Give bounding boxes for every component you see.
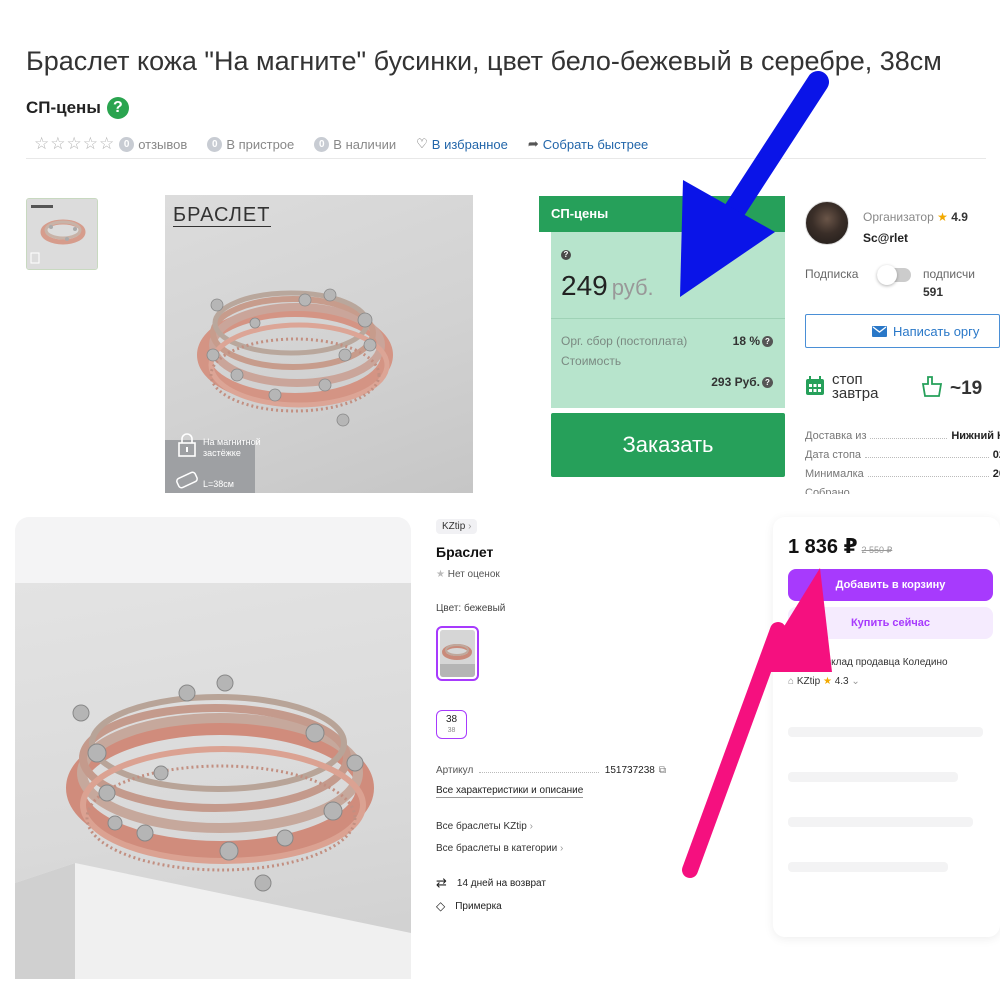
subscribers-count: 591 (923, 285, 944, 299)
chevron-right-icon: › (560, 843, 564, 854)
calendar-icon (806, 376, 824, 395)
rating-stars-icon[interactable]: ☆☆☆☆☆ (34, 134, 115, 154)
info-row-minimum: Минималка20 (805, 468, 1000, 480)
info-row-delivery: Доставка из Нижний Н (805, 430, 1000, 442)
image-heading: БРАСЛЕТ (173, 204, 271, 227)
favorite-link[interactable]: ♡ В избранное (416, 136, 508, 152)
return-info: ⇄ 14 дней на возврат (436, 875, 546, 890)
toggle-knob (877, 265, 897, 285)
delivery-info: января, склад продавца Коледино (788, 657, 948, 668)
store-icon: ⌂ (788, 676, 795, 687)
bracelet-thumbnail-image (27, 199, 97, 269)
envelope-icon (872, 325, 887, 337)
stop-date: стоп завтра (832, 371, 879, 402)
fitting-info: ◇ Примерка (436, 899, 502, 913)
marketplace-product-image[interactable] (15, 517, 411, 979)
return-arrows-icon: ⇄ (436, 875, 447, 890)
cost-label: Стоимость (561, 354, 622, 368)
color-swatch-image (440, 630, 475, 677)
divider (551, 318, 785, 319)
cost-value: 293 Руб.? (711, 375, 773, 389)
info-row-stop-date: Дата стопа02 (805, 449, 1000, 461)
current-price: 1 836 ₽2 550 ₽ (788, 536, 893, 558)
write-organizer-button[interactable]: Написать оргу (805, 314, 1000, 348)
question-icon[interactable]: ? (762, 336, 773, 348)
sp-price-header: СП-цены (539, 196, 785, 232)
divider (26, 158, 986, 159)
product-photo (15, 583, 411, 979)
category-bracelets-link[interactable]: Все браслеты в категории › (436, 843, 563, 854)
product-meta-row: ☆☆☆☆☆ 0 отзывов 0 В пристрое 0 В наличии… (34, 134, 668, 154)
organizer-label: Организатор ★ 4.9 (863, 210, 968, 224)
ruler-icon (176, 471, 198, 489)
heart-icon: ♡ (416, 136, 428, 151)
placeholder-line (788, 817, 973, 827)
sp-price: 249 руб. (561, 270, 654, 301)
question-icon[interactable]: ? (762, 377, 773, 389)
info-row-collected: Собрано (805, 487, 850, 494)
question-circle-icon[interactable]: ? (106, 97, 129, 119)
sp-prices-label: СП-цены (26, 98, 101, 117)
tag-icon: ◇ (436, 899, 446, 913)
collect-faster-link[interactable]: ➦ Собрать быстрее (528, 136, 648, 152)
brand-chip[interactable]: KZtip › (436, 519, 478, 534)
organizer-avatar[interactable] (805, 201, 849, 245)
product-name: Браслет (436, 544, 494, 560)
copy-icon[interactable]: ⧉ (659, 765, 666, 776)
brand-bracelets-link[interactable]: Все браслеты KZtip › (436, 821, 533, 832)
buy-now-button[interactable]: Купить сейчас (788, 607, 993, 639)
subscribers-label: подписчи (923, 267, 975, 281)
chevron-right-icon: › (468, 521, 472, 532)
color-label: Цвет: бежевый (436, 603, 506, 614)
buy-card: 1 836 ₽2 550 ₽ Добавить в корзину Купить… (773, 517, 1000, 937)
reviews-count[interactable]: 0 отзывов (119, 136, 187, 152)
chevron-right-icon: › (529, 821, 533, 832)
placeholder-line (788, 727, 983, 737)
star-icon: ★ (822, 676, 832, 687)
question-icon[interactable]: ? (561, 250, 571, 260)
star-icon: ★ (436, 569, 445, 580)
rating-status: ★ Нет оценок (436, 569, 500, 580)
size-option[interactable]: 38 38 (436, 710, 467, 739)
sp-prices-heading: СП-цены ? (26, 97, 129, 119)
product-title: Браслет кожа "На магните" бусинки, цвет … (26, 46, 942, 76)
bracelet-photo (15, 674, 411, 979)
subscription-toggle[interactable] (877, 265, 911, 285)
magnet-clasp-note: На магнитной застёжке (203, 437, 261, 458)
add-to-cart-button[interactable]: Добавить в корзину (788, 569, 993, 601)
product-thumbnail[interactable] (26, 198, 98, 270)
subscription-label: Подписка (805, 267, 859, 281)
sp-price-box: ? 249 руб. Орг. сбор (постоплата) 18 %? С… (551, 232, 785, 408)
main-product-image[interactable]: БРАСЛЕТ На магнитной застёжке L=38см (165, 195, 473, 493)
org-fee-label: Орг. сбор (постоплата) (561, 334, 688, 348)
orders-count: ~19 (950, 378, 983, 399)
placeholder-line (788, 862, 948, 872)
org-fee-value: 18 %? (733, 334, 773, 348)
old-price: 2 550 ₽ (861, 545, 893, 555)
shopping-bag-icon (921, 376, 943, 397)
all-characteristics-link[interactable]: Все характеристики и описание (436, 785, 584, 798)
color-option[interactable] (436, 626, 479, 681)
star-icon: ★ (937, 210, 948, 224)
seller-info[interactable]: ⌂ KZtip ★ 4.3 ⌄ (788, 676, 860, 687)
pristroy-count[interactable]: 0 В пристрое (207, 136, 294, 152)
placeholder-line (788, 772, 958, 782)
article-row: Артикул 151737238 ⧉ (436, 765, 666, 776)
organizer-name[interactable]: Sc@rlet (863, 231, 908, 245)
share-arrow-icon: ➦ (527, 136, 539, 151)
lock-icon (178, 433, 196, 457)
length-note: L=38см (203, 479, 234, 489)
chevron-down-icon: ⌄ (851, 676, 860, 687)
order-button[interactable]: Заказать (551, 413, 785, 477)
in-stock-count[interactable]: 0 В наличии (314, 136, 396, 152)
